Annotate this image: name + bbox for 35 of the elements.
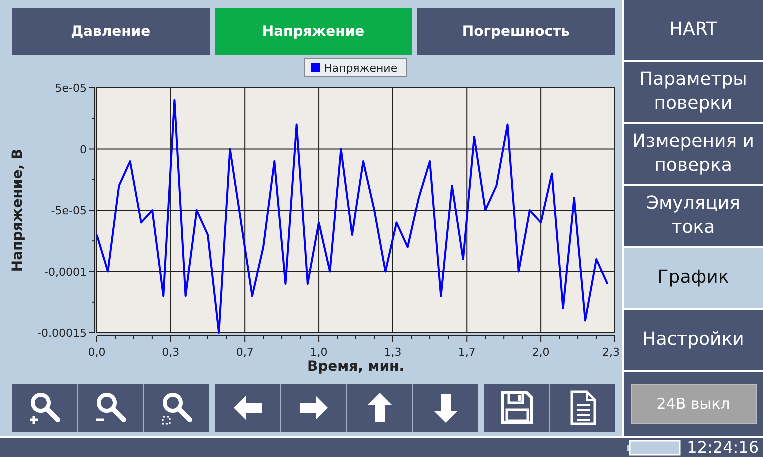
x-axis-title: Время, мин. <box>307 359 405 375</box>
toolbar-button[interactable] <box>78 384 143 432</box>
tick-label: 2,3 <box>602 346 620 359</box>
chart-legend: Напряжение <box>304 58 408 78</box>
legend-label: Напряжение <box>324 62 398 75</box>
tick-label: -0,0001 <box>44 266 87 279</box>
toolbar-button[interactable] <box>550 384 615 432</box>
tick-label: 1,3 <box>384 346 402 359</box>
menu-item[interactable]: HART <box>624 0 763 60</box>
tab[interactable]: Давление <box>12 8 210 55</box>
menu-item[interactable]: График <box>624 248 763 308</box>
toolbar-button[interactable] <box>144 384 209 432</box>
tick-label: 2,0 <box>532 346 550 359</box>
clock-time: 12:24:16 <box>687 438 759 457</box>
menu-item[interactable]: Параметры поверки <box>624 62 763 122</box>
toolbar-button[interactable] <box>413 384 478 432</box>
tick-label: 5e-05 <box>55 82 87 95</box>
tick-label: 0 <box>80 143 87 156</box>
menu-item[interactable]: Эмуляция тока <box>624 186 763 246</box>
menu-item[interactable]: Настройки <box>624 310 763 370</box>
tick-label: 0,0 <box>88 346 106 359</box>
tick-label: -0.00015 <box>38 327 87 340</box>
toolbar-button[interactable] <box>347 384 412 432</box>
tick-label: 0,3 <box>162 346 180 359</box>
y-axis-title: Напряжение, В <box>10 148 26 272</box>
tick-label: 0,7 <box>236 346 254 359</box>
tick-label: 1,0 <box>310 346 328 359</box>
toolbar-button[interactable] <box>484 384 549 432</box>
toolbar-button[interactable] <box>215 384 280 432</box>
tick-label: -5e-05 <box>51 204 87 218</box>
tick-label: 1,7 <box>458 346 476 359</box>
menu-item[interactable]: Измерения и поверка <box>624 124 763 184</box>
toolbar-button[interactable] <box>281 384 346 432</box>
tab[interactable]: Погрешность <box>417 8 616 55</box>
toolbar-button[interactable] <box>12 384 77 432</box>
